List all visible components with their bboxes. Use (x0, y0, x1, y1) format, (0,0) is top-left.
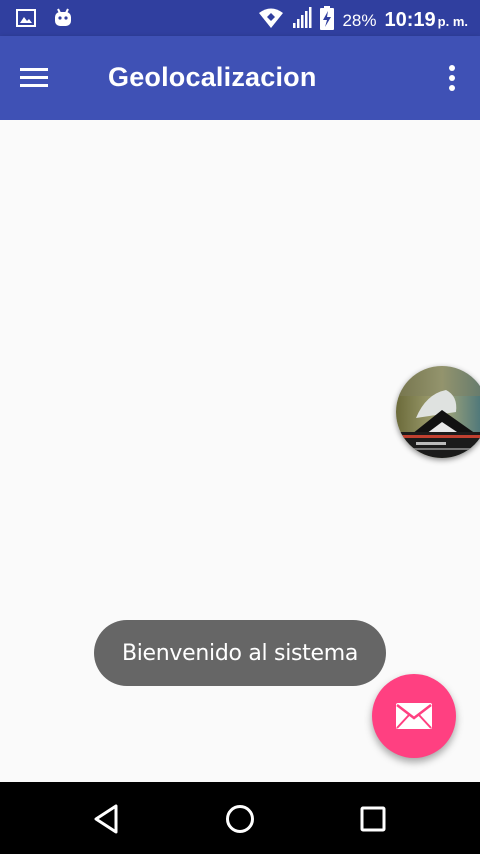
floating-avatar[interactable] (396, 366, 480, 458)
app-title: Geolocalizacion (108, 62, 317, 92)
more-vert-icon (449, 65, 455, 91)
android-notification-icon (52, 7, 74, 34)
hamburger-menu-button[interactable] (20, 60, 60, 96)
clock-time: 10:19 (384, 9, 436, 31)
home-icon (226, 805, 254, 833)
battery-percent: 28% (342, 10, 377, 30)
back-button[interactable] (90, 802, 124, 836)
avatar-image (396, 366, 480, 458)
system-status-icons: 28% 10:19 p. m. (258, 6, 468, 35)
toast-text: Bienvenido al sistema (121, 640, 359, 666)
recents-button[interactable] (356, 802, 390, 836)
hamburger-menu-icon (20, 68, 48, 87)
navigation-bar (0, 782, 480, 854)
recents-icon (360, 806, 386, 832)
back-icon (94, 804, 118, 834)
notification-icons (16, 7, 74, 34)
email-icon (396, 703, 432, 729)
app-bar: Geolocalizacion (0, 36, 480, 120)
clock: 10:19 p. m. (385, 9, 469, 32)
image-notification-icon (16, 8, 36, 33)
email-fab-button[interactable] (372, 674, 456, 758)
signal-icon (292, 7, 312, 34)
toast-message: Bienvenido al sistema (94, 620, 386, 686)
overflow-menu-button[interactable] (444, 62, 460, 94)
clock-suffix: p. m. (437, 14, 468, 29)
wifi-icon (258, 7, 284, 34)
battery-charging-icon (320, 6, 335, 35)
status-bar: 28% 10:19 p. m. (0, 0, 480, 36)
home-button[interactable] (223, 802, 257, 836)
